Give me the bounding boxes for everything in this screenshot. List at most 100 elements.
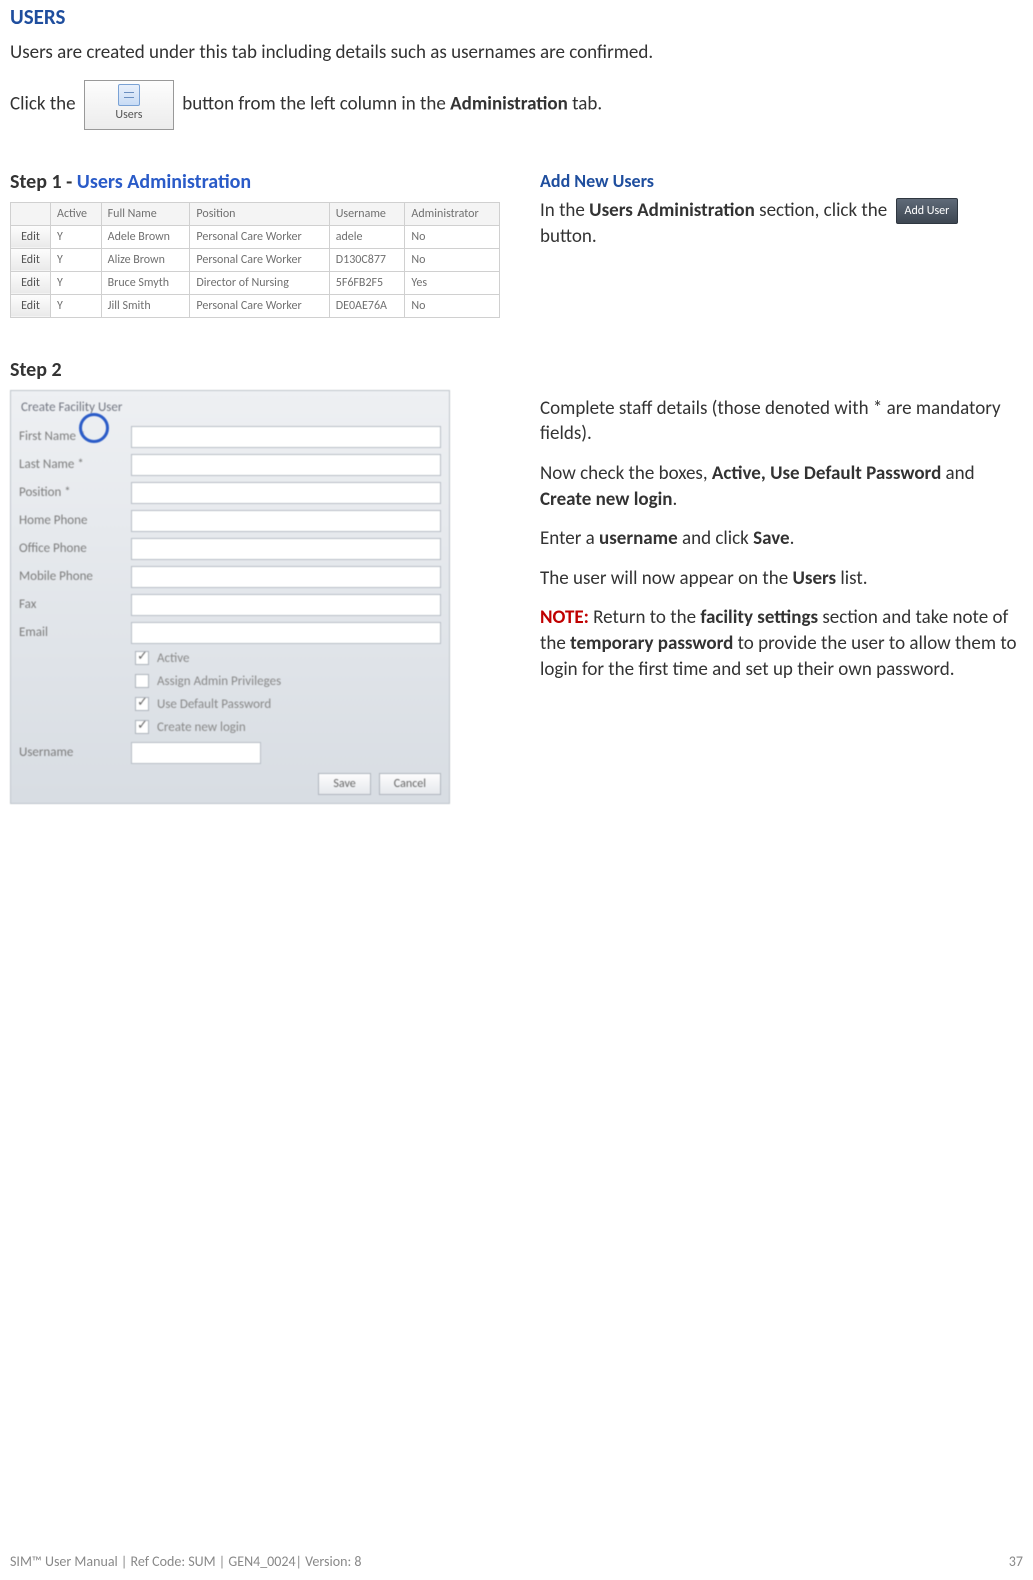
- step2-note: NOTE: Return to the facility settings se…: [540, 605, 1023, 682]
- add-new-users-heading: Add New Users: [540, 170, 1023, 192]
- col-edit: [11, 202, 51, 225]
- table-cell: No: [405, 225, 500, 248]
- add-new-users-desc: In the Users Administration section, cli…: [540, 198, 1023, 250]
- form-row: Office Phone: [19, 535, 441, 563]
- note-label: NOTE:: [540, 606, 589, 629]
- text: Now check the boxes,: [540, 462, 712, 485]
- col-position: Position: [190, 202, 329, 225]
- text-field[interactable]: [131, 426, 441, 448]
- form-row: Position *: [19, 479, 441, 507]
- intro-text: Users are created under this tab includi…: [10, 40, 1023, 66]
- page-number: 37: [1009, 1553, 1023, 1570]
- text: Users Administration: [589, 199, 755, 222]
- text: list.: [836, 567, 867, 590]
- save-button[interactable]: Save: [318, 773, 370, 795]
- table-cell: Bruce Smyth: [101, 271, 190, 294]
- checkbox-row: Create new login: [19, 716, 441, 739]
- text: Users: [792, 567, 836, 590]
- administration-tab-name: Administration: [450, 92, 568, 115]
- edit-button[interactable]: Edit: [11, 294, 51, 317]
- text: .: [790, 527, 795, 550]
- table-cell: Personal Care Worker: [190, 248, 329, 271]
- table-row: EditYAlize BrownPersonal Care WorkerD130…: [11, 248, 500, 271]
- panel-title: Create Facility User: [19, 397, 441, 423]
- checkbox-row: Assign Admin Privileges: [19, 670, 441, 693]
- table-cell: Personal Care Worker: [190, 294, 329, 317]
- table-cell: Y: [51, 225, 102, 248]
- table-cell: Y: [51, 248, 102, 271]
- text-field[interactable]: [131, 510, 441, 532]
- users-button-label: Users: [115, 108, 142, 122]
- text: username: [599, 527, 678, 550]
- page-footer: SIM™ User Manual | Ref Code: SUM | GEN4_…: [10, 1553, 1023, 1570]
- edit-button[interactable]: Edit: [11, 271, 51, 294]
- col-username: Username: [329, 202, 405, 225]
- edit-button[interactable]: Edit: [11, 248, 51, 271]
- field-label: First Name *: [19, 429, 131, 444]
- form-row: Mobile Phone: [19, 563, 441, 591]
- footer-left: SIM™ User Manual | Ref Code: SUM | GEN4_…: [10, 1553, 361, 1570]
- text: Active, Use Default Password: [712, 462, 941, 485]
- text: Enter a: [540, 527, 599, 550]
- table-cell: Yes: [405, 271, 500, 294]
- checkbox[interactable]: [135, 674, 149, 688]
- text: section, click the: [755, 199, 892, 222]
- checkbox[interactable]: [135, 720, 149, 734]
- field-label: Mobile Phone: [19, 569, 131, 584]
- table-cell: 5F6FB2F5: [329, 271, 405, 294]
- users-toolbar-button[interactable]: Users: [84, 80, 174, 130]
- step2-heading: Step 2: [10, 358, 1023, 382]
- checkbox-label: Use Default Password: [157, 697, 271, 712]
- text: tab.: [568, 92, 602, 115]
- step1-title: Users Administration: [77, 170, 251, 194]
- table-row: EditYBruce SmythDirector of Nursing5F6FB…: [11, 271, 500, 294]
- field-label: Last Name *: [19, 457, 131, 472]
- field-label: Email: [19, 625, 131, 640]
- table-header-row: Active Full Name Position Username Admin…: [11, 202, 500, 225]
- text-field[interactable]: [131, 566, 441, 588]
- checkbox-label: Create new login: [157, 720, 246, 735]
- step2-p4: The user will now appear on the Users li…: [540, 566, 1023, 592]
- step2-p2: Now check the boxes, Active, Use Default…: [540, 461, 1023, 512]
- checkbox-label: Assign Admin Privileges: [157, 674, 281, 689]
- text-field[interactable]: [131, 538, 441, 560]
- text: button from the left column in the: [182, 92, 450, 115]
- table-cell: Y: [51, 271, 102, 294]
- username-label: Username: [19, 745, 131, 760]
- click-instruction: Click the Users button from the left col…: [10, 80, 1023, 130]
- table-cell: Director of Nursing: [190, 271, 329, 294]
- checkbox[interactable]: [135, 697, 149, 711]
- table-cell: D130C877: [329, 248, 405, 271]
- edit-button[interactable]: Edit: [11, 225, 51, 248]
- table-cell: Personal Care Worker: [190, 225, 329, 248]
- create-facility-user-panel: Create Facility User First Name * Last Na…: [10, 390, 450, 804]
- text: In the: [540, 199, 589, 222]
- table-cell: No: [405, 248, 500, 271]
- cancel-button[interactable]: Cancel: [379, 773, 441, 795]
- checkbox-label: Active: [157, 651, 189, 666]
- text: and click: [678, 527, 753, 550]
- text-field[interactable]: [131, 594, 441, 616]
- text: and: [941, 462, 974, 485]
- page-title: USERS: [10, 4, 1023, 30]
- text: button.: [540, 225, 597, 248]
- text: Create new login: [540, 488, 672, 511]
- text-field[interactable]: [131, 622, 441, 644]
- text: -: [62, 170, 77, 194]
- text: Return to the: [589, 606, 700, 629]
- text-field[interactable]: [131, 482, 441, 504]
- table-cell: adele: [329, 225, 405, 248]
- username-field[interactable]: [131, 742, 261, 764]
- field-label: Home Phone: [19, 513, 131, 528]
- form-row: Email: [19, 619, 441, 647]
- form-row: First Name *: [19, 423, 441, 451]
- text: Click the: [10, 92, 80, 115]
- step1-heading: Step 1 - Users Administration: [10, 170, 500, 194]
- checkbox[interactable]: [135, 651, 149, 665]
- text: The user will now appear on the: [540, 567, 792, 590]
- text-field[interactable]: [131, 454, 441, 476]
- text: .: [672, 488, 677, 511]
- add-user-button[interactable]: Add User: [896, 198, 959, 224]
- table-row: EditYJill SmithPersonal Care WorkerDE0AE…: [11, 294, 500, 317]
- form-row: Last Name *: [19, 451, 441, 479]
